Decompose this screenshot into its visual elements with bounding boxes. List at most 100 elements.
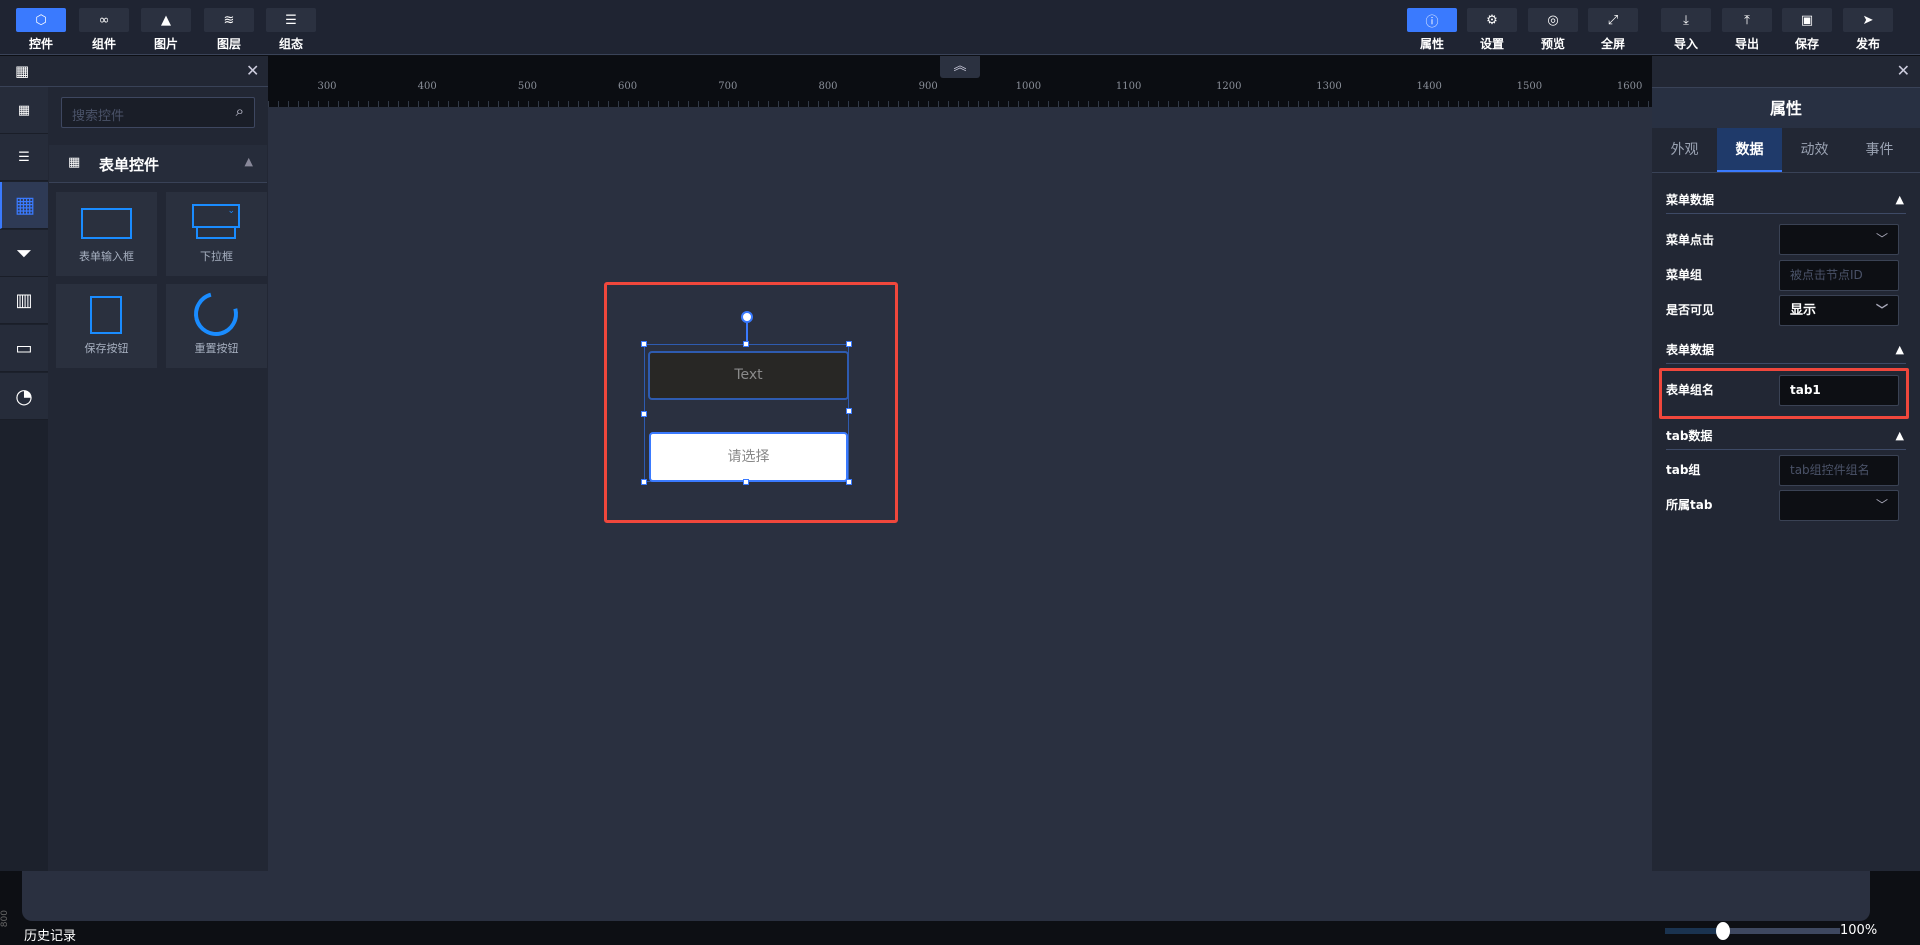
floppy-icon — [90, 296, 122, 334]
field-label: 所属tab — [1666, 498, 1713, 512]
history-label[interactable]: 历史记录 — [24, 925, 76, 944]
toolbar-save-button[interactable]: ▣ 保存 — [1782, 0, 1832, 52]
video-icon[interactable]: ▭ — [0, 325, 48, 372]
tile-save-button[interactable]: 保存按钮 — [56, 284, 157, 368]
close-icon[interactable]: ✕ — [246, 61, 259, 80]
select-widget[interactable]: 请选择 — [649, 432, 848, 482]
grid-icon[interactable]: ▦ — [0, 87, 48, 134]
search-input[interactable]: 搜索控件 ⌕ — [61, 97, 255, 128]
table-icon: ▦ — [15, 62, 30, 80]
section-form-data[interactable]: 表单数据 ▲ — [1666, 336, 1906, 364]
horizontal-ruler: 300 400 500 600 700 800 900 1000 1100 1200 1300 140… — [268, 56, 1652, 107]
image-icon: ▲ — [141, 8, 191, 32]
ruler-tick-label: 1200 — [1216, 81, 1242, 92]
menu-click-select[interactable]: ﹀ — [1779, 224, 1899, 255]
owner-tab-select[interactable]: ﹀ — [1779, 490, 1899, 521]
tile-dropdown[interactable]: ⌄ 下拉框 — [166, 192, 267, 276]
bar-chart-icon[interactable]: ▥ — [0, 277, 48, 324]
chevron-up-icon[interactable]: ▲ — [1896, 422, 1904, 450]
resize-handle[interactable] — [743, 341, 749, 347]
resize-handle[interactable] — [641, 341, 647, 347]
ruler-tick-label: 900 — [918, 81, 938, 92]
section-header-form-controls[interactable]: ▦ 表单控件 ▲ — [49, 145, 267, 183]
link-icon: ∞ — [79, 8, 129, 32]
toolbar-import-button[interactable]: ⤓ 导入 — [1661, 0, 1711, 52]
ruler-tick-label: 1100 — [1115, 81, 1142, 92]
toolbar-components-button[interactable]: ∞ 组件 — [79, 0, 129, 52]
zoom-slider[interactable] — [1665, 922, 1840, 940]
tile-reset-button[interactable]: 重置按钮 — [166, 283, 267, 368]
info-icon: ⓘ — [1407, 8, 1457, 32]
collapse-toolbar-button[interactable]: ︽ — [940, 56, 980, 78]
tab-data[interactable]: 数据 — [1717, 128, 1782, 172]
panel-title: 属性 — [1652, 87, 1920, 128]
search-icon: ⌕ — [235, 102, 244, 120]
section-tab-data[interactable]: tab数据 ▲ — [1666, 422, 1906, 450]
send-icon: ➤ — [1843, 8, 1893, 32]
input-box-icon — [81, 208, 132, 239]
visible-select[interactable]: 显示 ﹀ — [1779, 295, 1899, 326]
export-icon: ⤒ — [1722, 8, 1772, 32]
resize-handle[interactable] — [846, 341, 852, 347]
top-toolbar: ⬡ 控件 ∞ 组件 ▲ 图片 ≋ 图层 ☰ 组态 ⓘ 属性 ⚙ 设置 ◎ 预览 ⤢ 全屏 ⤓ 导入 … — [0, 0, 1920, 55]
properties-panel: ✕ 属性 外观 数据 动效 事件 菜单数据 ▲ 菜单点击 ﹀ 菜单组 被点击节点I… — [1652, 56, 1920, 871]
ruler-tick-label: 700 — [718, 81, 738, 92]
toolbar-images-button[interactable]: ▲ 图片 — [141, 0, 191, 52]
chevron-up-icon[interactable]: ▲ — [245, 155, 253, 168]
design-canvas[interactable]: Text 请选择 — [268, 107, 1652, 871]
toolbar-properties-button[interactable]: ⓘ 属性 — [1407, 0, 1457, 52]
tile-form-input[interactable]: 表单输入框 — [56, 192, 157, 276]
align-icon: ☰ — [266, 8, 316, 32]
tab-appearance[interactable]: 外观 — [1652, 128, 1717, 172]
tab-animation[interactable]: 动效 — [1782, 128, 1847, 172]
resize-handle[interactable] — [846, 479, 852, 485]
ruler-tick-label: 500 — [517, 81, 537, 92]
filter-icon[interactable]: ⏷ — [0, 230, 48, 277]
pie-chart-icon[interactable]: ◔ — [0, 373, 48, 420]
ruler-tick-label: 1500 — [1516, 81, 1543, 92]
toolbar-config-button[interactable]: ☰ 组态 — [266, 0, 316, 52]
left-panel: ▦ ✕ ▦ ☰ ▦ ⏷ ▥ ▭ ◔ 搜索控件 ⌕ ▦ 表单控件 ▲ 表单输入框 … — [0, 56, 268, 871]
save-icon: ▣ — [1782, 8, 1832, 32]
dropdown-list-shape — [196, 228, 236, 239]
tab-group-input[interactable]: tab组控件组名 — [1779, 455, 1899, 486]
toolbar-publish-button[interactable]: ➤ 发布 — [1843, 0, 1893, 52]
resize-handle[interactable] — [743, 479, 749, 485]
toolbar-fullscreen-button[interactable]: ⤢ 全屏 — [1588, 0, 1638, 52]
toolbar-export-button[interactable]: ⤒ 导出 — [1722, 0, 1772, 52]
tab-events[interactable]: 事件 — [1847, 128, 1912, 172]
field-label: 菜单组 — [1666, 268, 1703, 282]
toolbar-layers-button[interactable]: ≋ 图层 — [204, 0, 254, 52]
ruler-tick-label: 1600 — [1616, 81, 1643, 92]
resize-handle[interactable] — [846, 408, 852, 414]
section-menu-data[interactable]: 菜单数据 ▲ — [1666, 186, 1906, 214]
close-icon[interactable]: ✕ — [1897, 61, 1910, 80]
fullscreen-icon: ⤢ — [1588, 8, 1638, 32]
ruler-tick-label: 600 — [618, 81, 638, 92]
chevron-up-icon[interactable]: ▲ — [1896, 336, 1904, 364]
form-group-name-input[interactable]: tab1 — [1779, 375, 1899, 406]
vertical-ruler-tick: 800 — [0, 910, 10, 928]
menu-group-input[interactable]: 被点击节点ID — [1779, 260, 1899, 291]
toolbar-preview-button[interactable]: ◎ 预览 — [1528, 0, 1578, 52]
refresh-icon — [185, 283, 247, 345]
text-widget[interactable]: Text — [648, 351, 849, 400]
chevron-down-icon: ﹀ — [1875, 232, 1888, 246]
zoom-level: 100% — [1840, 923, 1878, 938]
toolbar-settings-button[interactable]: ⚙ 设置 — [1467, 0, 1517, 52]
rotate-handle[interactable] — [741, 311, 753, 323]
table-icon[interactable]: ▦ — [0, 182, 48, 229]
resize-handle[interactable] — [641, 411, 647, 417]
left-panel-header: ▦ ✕ — [0, 56, 268, 87]
category-sidebar: ▦ ☰ ▦ ⏷ ▥ ▭ ◔ — [0, 87, 48, 871]
chevron-up-icon[interactable]: ▲ — [1896, 186, 1904, 214]
divider — [1652, 172, 1920, 173]
cube-icon: ⬡ — [16, 8, 66, 32]
field-label: 是否可见 — [1666, 303, 1715, 317]
sliders-icon[interactable]: ☰ — [0, 134, 48, 181]
zoom-slider-handle[interactable] — [1715, 922, 1730, 940]
dropdown-icon: ⌄ — [192, 204, 240, 228]
resize-handle[interactable] — [641, 479, 647, 485]
toolbar-controls-button[interactable]: ⬡ 控件 — [16, 0, 66, 52]
ruler-tick-label: 800 — [818, 81, 838, 92]
